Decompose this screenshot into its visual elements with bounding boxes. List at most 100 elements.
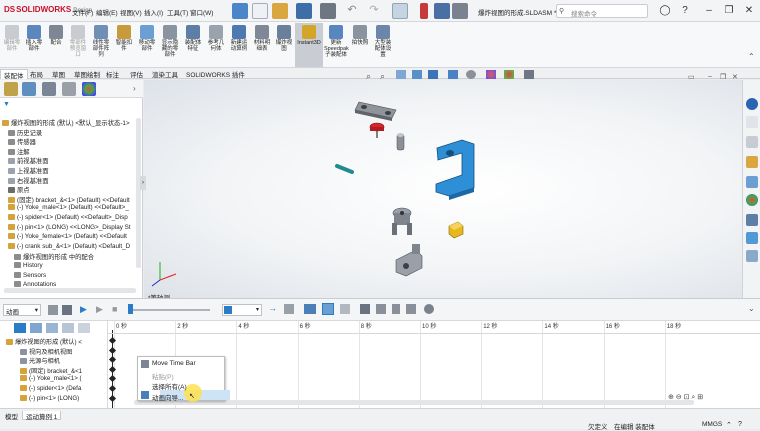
tree-item[interactable]: 前视基准面	[8, 156, 48, 166]
command-tab-1[interactable]: 布局	[27, 69, 46, 79]
file-properties-icon[interactable]	[434, 3, 450, 19]
viewport-minimize-icon[interactable]: –	[708, 73, 712, 80]
shaft-part[interactable]	[396, 133, 405, 151]
tree-item[interactable]: 爆炸视图的形成 (默认) <默认_显示状态-1>	[2, 118, 130, 128]
playback-speed-select[interactable]: ▾	[222, 304, 262, 316]
yoke-female-part[interactable]	[395, 244, 423, 277]
ribbon-button-10[interactable]: 新建运 动算例	[228, 23, 250, 67]
file-explorer-icon[interactable]	[746, 136, 758, 148]
menu-file[interactable]: 文件(F)	[72, 7, 93, 17]
bracket-part[interactable]	[435, 139, 475, 200]
tree-item[interactable]: 历史记录	[8, 128, 42, 138]
filter-selected-icon[interactable]	[62, 323, 74, 333]
autokey-icon[interactable]	[322, 303, 334, 315]
new-document-icon[interactable]	[252, 3, 268, 19]
dimxpert-tab-icon[interactable]	[62, 82, 76, 96]
status-units[interactable]: MMGS	[702, 421, 722, 428]
motion-study-properties-icon[interactable]	[424, 304, 434, 314]
close-icon[interactable]: ✕	[742, 4, 756, 18]
filter-driving-icon[interactable]	[46, 323, 58, 333]
ribbon-button-15[interactable]: 拍快照	[349, 23, 371, 67]
tree-item[interactable]: 右视基准面	[8, 176, 48, 186]
tree-item[interactable]: 注解	[8, 147, 30, 157]
calculate-icon[interactable]	[48, 305, 58, 315]
tree-item[interactable]: (-) pin<1> (LONG) <<LONG>_Display St	[8, 223, 131, 234]
solidworks-resources-icon[interactable]	[746, 98, 758, 110]
scenes-icon[interactable]	[746, 194, 758, 206]
motion-tree-item[interactable]: (-) Yoke_male<1> (	[20, 375, 82, 385]
select-pointer-icon[interactable]	[392, 3, 408, 19]
edit-appearance-icon[interactable]	[486, 70, 496, 79]
tree-item[interactable]: (-) crank sub_&<1> (Default) <Default_D	[8, 242, 130, 253]
forum-icon[interactable]	[746, 232, 758, 244]
maximize-icon[interactable]: ❐	[722, 4, 736, 18]
ribbon-button-2[interactable]: 配合	[46, 23, 66, 67]
tree-item[interactable]: (-) spider<1> (Default) <<Default>_Disp	[8, 214, 128, 224]
tree-item[interactable]: (-) Yoke_female<1> (Default) <<Default	[8, 233, 127, 243]
motion-tree-item[interactable]: 光源与相机	[20, 356, 60, 366]
ribbon-button-11[interactable]: 材料明 细表	[251, 23, 273, 67]
tree-item[interactable]: 爆炸视图的形成 中的配合	[14, 252, 94, 262]
command-tab-7[interactable]: SOLIDWORKS 插件	[183, 69, 248, 79]
section-view-icon[interactable]	[412, 70, 422, 79]
command-tab-3[interactable]: 草图绘制	[71, 69, 103, 79]
display-style-icon[interactable]	[448, 70, 458, 79]
home-icon[interactable]	[232, 3, 248, 19]
menu-window[interactable]: 窗口(W)	[190, 7, 213, 17]
appearances-icon[interactable]	[746, 176, 758, 188]
view-orientation-icon[interactable]	[428, 70, 438, 79]
configuration-manager-tab-icon[interactable]	[42, 82, 56, 96]
collapse-motion-icon[interactable]: ⌄	[748, 304, 755, 313]
tree-scrollbar[interactable]	[136, 118, 141, 268]
graphics-area[interactable]: ⌕ ⌕ ▭ – ❐ ✕ ›	[140, 70, 742, 302]
playback-slider-thumb[interactable]	[128, 304, 133, 314]
context-menu-item-0[interactable]: Move Time Bar	[152, 360, 196, 367]
property-manager-tab-icon[interactable]	[22, 82, 36, 96]
ribbon-button-12[interactable]: 爆炸视 图	[274, 23, 294, 67]
collapse-ribbon-icon[interactable]: ⌃	[748, 52, 755, 61]
spring-icon[interactable]	[376, 304, 386, 314]
tree-item[interactable]: (-) Yoke_male<1> (Default) <<Default>_	[8, 204, 129, 214]
arrow-right-icon[interactable]: →	[268, 303, 277, 313]
ribbon-button-8[interactable]: 装配体 特征	[182, 23, 204, 67]
save-icon[interactable]	[296, 3, 312, 19]
contact-icon[interactable]	[392, 304, 400, 314]
gravity-icon[interactable]	[406, 304, 416, 314]
chevron-right-icon[interactable]: ›	[133, 84, 136, 93]
yoke-male-part[interactable]	[392, 207, 412, 235]
tree-item[interactable]: 上视基准面	[8, 166, 48, 176]
ribbon-button-7[interactable]: 显示隐 藏的零 部件	[159, 23, 181, 67]
view-palette-icon[interactable]	[746, 156, 758, 168]
help-icon[interactable]: ?	[678, 4, 692, 18]
redo-icon[interactable]: ↷	[366, 3, 382, 19]
ribbon-button-3[interactable]: 零部件 预览窗 口	[67, 23, 89, 67]
filter-animated-icon[interactable]	[30, 323, 42, 333]
command-tab-5[interactable]: 评估	[127, 69, 146, 79]
motor-icon[interactable]	[360, 304, 370, 314]
add-update-key-icon[interactable]	[340, 304, 350, 314]
ribbon-button-9[interactable]: 参考几 何体	[205, 23, 227, 67]
timeline-zoom-controls[interactable]: ⊕ ⊖ ⊡ ⌕ ⊞	[668, 393, 758, 403]
play-from-start-icon[interactable]	[62, 305, 72, 315]
toolbox-icon[interactable]	[746, 250, 758, 262]
filter-results-icon[interactable]	[78, 323, 90, 333]
menu-insert[interactable]: 插入(I)	[144, 7, 163, 17]
tree-horizontal-scrollbar[interactable]	[4, 288, 136, 293]
crank-link-part[interactable]	[354, 101, 397, 121]
assembly-model[interactable]	[144, 80, 742, 298]
open-folder-icon[interactable]	[272, 3, 288, 19]
tree-item[interactable]: 传感器	[8, 137, 36, 147]
print-icon[interactable]	[320, 3, 336, 19]
command-tab-6[interactable]: 渲染工具	[149, 69, 181, 79]
options-gear-icon[interactable]	[452, 3, 468, 19]
ribbon-button-16[interactable]: 大型装 配体设 置	[372, 23, 394, 67]
user-icon[interactable]: ◯	[658, 4, 672, 18]
apply-scene-icon[interactable]	[504, 70, 514, 79]
menu-view[interactable]: 视图(V)	[120, 7, 142, 17]
ribbon-button-5[interactable]: 智能扣 件	[113, 23, 135, 67]
traffic-light-icon[interactable]	[420, 3, 428, 19]
menu-tools[interactable]: 工具(T)	[167, 7, 188, 17]
help-status-icon[interactable]: ?	[738, 421, 742, 428]
motion-tree-item[interactable]: (-) spider<1> (Defa	[20, 385, 81, 395]
display-manager-tab-icon[interactable]	[82, 82, 96, 96]
